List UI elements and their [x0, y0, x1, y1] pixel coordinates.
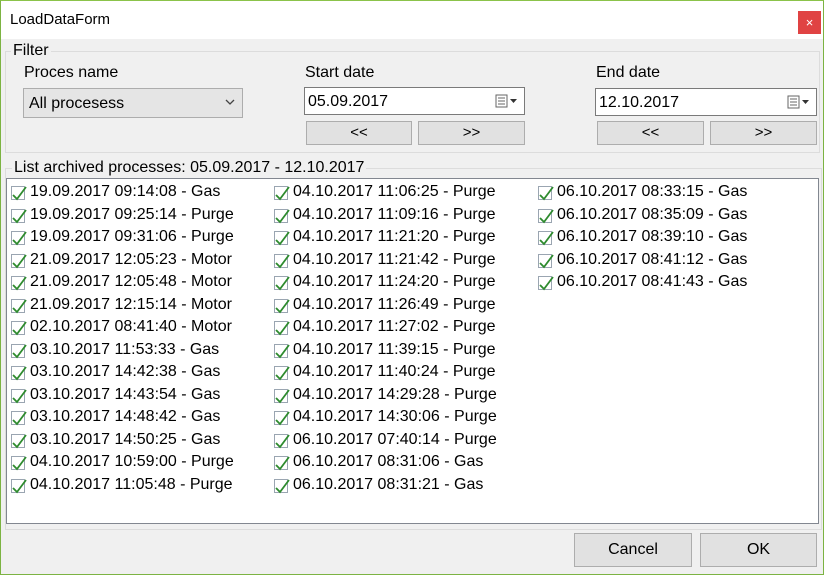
end-date-label: End date: [596, 64, 661, 81]
checked-item-icon: [273, 298, 291, 315]
checked-item-icon: [10, 365, 28, 382]
checked-item-icon: [537, 185, 555, 202]
load-data-form-window: LoadDataForm × Filter Proces name All pr…: [0, 0, 824, 575]
checked-item-icon: [273, 365, 291, 382]
next-button-label: >>: [462, 124, 481, 141]
list-item-label: 06.10.2017 08:31:06 - Gas: [293, 453, 484, 470]
prev-button-label: <<: [350, 124, 368, 141]
list-item-label: 04.10.2017 11:21:20 - Purge: [293, 228, 496, 245]
end-date-picker[interactable]: 12.10.2017: [595, 88, 817, 116]
cancel-button[interactable]: Cancel: [574, 533, 692, 567]
list-item-label: 21.09.2017 12:15:14 - Motor: [30, 295, 232, 313]
start-date-label: Start date: [305, 64, 375, 81]
start-date-picker[interactable]: 05.09.2017: [304, 87, 525, 115]
checked-item-icon: [273, 433, 291, 450]
close-button[interactable]: ×: [798, 11, 821, 34]
list-item-label: 04.10.2017 14:30:06 - Purge: [293, 408, 497, 425]
list-item-label: 04.10.2017 11:40:24 - Purge: [293, 363, 496, 380]
list-item-label: 03.10.2017 14:43:54 - Gas: [30, 385, 221, 403]
list-item-label: 03.10.2017 14:42:38 - Gas: [30, 363, 221, 380]
list-item-label: 06.10.2017 08:31:21 - Gas: [293, 475, 484, 493]
checked-item-icon: [273, 455, 291, 472]
list-item-label: 04.10.2017 11:05:48 - Purge: [30, 475, 233, 493]
list-item-label: 19.09.2017 09:14:08 - Gas: [30, 183, 221, 200]
cancel-button-label: Cancel: [608, 541, 658, 558]
list-item-label: 04.10.2017 11:09:16 - Purge: [293, 205, 496, 223]
checked-item-icon: [10, 208, 28, 225]
calendar-dropdown-icon[interactable]: [787, 95, 811, 109]
start-date-prev-button[interactable]: <<: [306, 121, 412, 145]
list-item-label: 03.10.2017 14:50:25 - Gas: [30, 430, 221, 448]
checked-item-icon: [10, 320, 28, 337]
checked-item-icon: [273, 275, 291, 292]
list-item-label: 21.09.2017 12:05:48 - Motor: [30, 273, 232, 290]
list-item-label: 06.10.2017 08:41:43 - Gas: [557, 273, 748, 290]
next-button-label: >>: [754, 124, 773, 141]
archived-processes-label: List archived processes: 05.09.2017 - 12…: [12, 159, 367, 177]
list-item-label: 06.10.2017 08:39:10 - Gas: [557, 228, 748, 245]
end-date-next-button[interactable]: >>: [710, 121, 817, 145]
list-item-label: 04.10.2017 11:27:02 - Purge: [293, 318, 496, 335]
checked-item-icon: [273, 230, 291, 247]
start-date-next-button[interactable]: >>: [418, 121, 525, 145]
list-item-label: 06.10.2017 07:40:14 - Purge: [293, 430, 497, 448]
checked-item-icon: [10, 388, 28, 405]
checked-item-icon: [537, 253, 555, 270]
list-item-label: 06.10.2017 08:41:12 - Gas: [557, 250, 748, 268]
list-item-label: 04.10.2017 11:06:25 - Purge: [293, 183, 496, 200]
checked-item-icon: [10, 455, 28, 472]
prev-button-label: <<: [641, 124, 660, 141]
list-item-label: 04.10.2017 10:59:00 - Purge: [30, 453, 234, 470]
list-item-label: 04.10.2017 11:26:49 - Purge: [293, 295, 496, 313]
filter-group-label: Filter: [11, 42, 51, 60]
start-date-value: 05.09.2017: [308, 93, 389, 110]
checked-item-icon: [537, 275, 555, 292]
checked-item-icon: [273, 320, 291, 337]
checked-item-icon: [537, 208, 555, 225]
end-date-value: 12.10.2017: [599, 94, 680, 111]
checked-item-icon: [273, 410, 291, 427]
checked-item-icon: [10, 253, 28, 270]
list-item-label: 03.10.2017 14:48:42 - Gas: [30, 408, 221, 425]
checked-item-icon: [10, 230, 28, 247]
title-bar: LoadDataForm ×: [1, 1, 823, 39]
list-item-label: 19.09.2017 09:31:06 - Purge: [30, 228, 234, 245]
checked-item-icon: [10, 343, 28, 360]
checked-item-icon: [10, 478, 28, 495]
process-name-label: Proces name: [24, 64, 119, 81]
list-item-label: 04.10.2017 11:39:15 - Purge: [293, 340, 496, 358]
checked-item-icon: [10, 275, 28, 292]
checked-item-icon: [273, 478, 291, 495]
list-item-label: 03.10.2017 11:53:33 - Gas: [30, 340, 220, 358]
list-item-label: 04.10.2017 11:24:20 - Purge: [293, 273, 496, 290]
list-item-label: 04.10.2017 11:21:42 - Purge: [293, 250, 496, 268]
archived-processes-list[interactable]: 19.09.2017 09:14:08 - Gas 19.09.2017 09:2…: [6, 178, 819, 524]
checked-item-icon: [273, 253, 291, 270]
checked-item-icon: [10, 410, 28, 427]
list-item-label: 02.10.2017 08:41:40 - Motor: [30, 318, 232, 335]
checked-item-icon: [273, 343, 291, 360]
ok-button[interactable]: OK: [700, 533, 817, 567]
list-item-label: 06.10.2017 08:33:15 - Gas: [557, 183, 748, 200]
list-item-label: 19.09.2017 09:25:14 - Purge: [30, 205, 234, 223]
checked-item-icon: [10, 185, 28, 202]
checked-item-icon: [10, 433, 28, 450]
list-item-label: 04.10.2017 14:29:28 - Purge: [293, 385, 497, 403]
list-item-label: 21.09.2017 12:05:23 - Motor: [30, 250, 232, 268]
checked-item-icon: [537, 230, 555, 247]
checked-item-icon: [273, 208, 291, 225]
checked-item-icon: [273, 388, 291, 405]
chevron-down-icon: [225, 99, 235, 105]
process-name-value: All procesess: [29, 95, 125, 112]
ok-button-label: OK: [746, 541, 771, 558]
checked-item-icon: [10, 298, 28, 315]
checked-item-icon: [273, 185, 291, 202]
close-icon: ×: [805, 15, 814, 30]
list-item-label: 06.10.2017 08:35:09 - Gas: [557, 205, 748, 223]
end-date-prev-button[interactable]: <<: [597, 121, 704, 145]
window-title: LoadDataForm: [10, 11, 111, 28]
process-name-dropdown[interactable]: All procesess: [23, 88, 243, 118]
calendar-dropdown-icon[interactable]: [495, 94, 519, 108]
